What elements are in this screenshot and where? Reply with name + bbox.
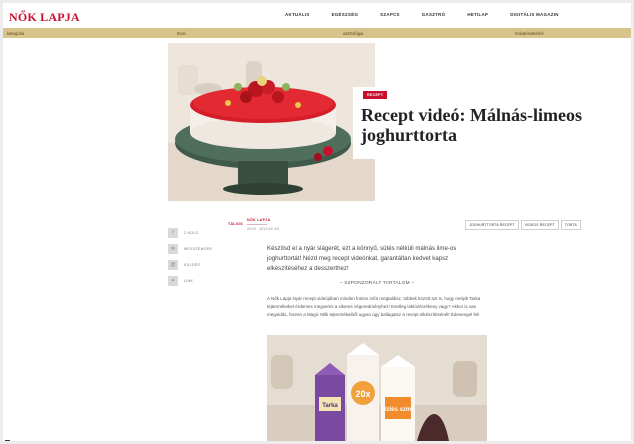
tag-list: JOGHURTTORTA RECEPT VIDEOS RECEPT TORTA	[465, 220, 581, 230]
share-facebook-label: 2 KÜLD	[184, 230, 199, 235]
share-email[interactable]: @ KÜLDÉS	[168, 257, 228, 272]
product-image: Tarka 20x ízlés szín	[267, 335, 487, 441]
subbar-item-asztrologia[interactable]: asztrológia	[343, 31, 363, 36]
article-category[interactable]: TÁLIOS	[228, 222, 243, 226]
site-logo[interactable]: NŐK LAPJA	[9, 10, 80, 25]
tag-videos-recept[interactable]: VIDEOS RECEPT	[520, 220, 559, 230]
share-link[interactable]: ⚭ LINK	[168, 273, 228, 288]
meta-divider	[247, 224, 267, 225]
share-facebook[interactable]: f 2 KÜLD	[168, 225, 228, 240]
carton-2-label: 20x	[355, 389, 370, 399]
article-paragraph: A Nők Lapja Nyár recept videójában minde…	[267, 296, 481, 317]
nav-item-gasztro[interactable]: GASZTRÓ	[422, 12, 446, 17]
category-badge[interactable]: RECEPT	[363, 91, 388, 99]
share-link-label: LINK	[184, 278, 194, 283]
taskbar-corner-icon[interactable]	[5, 440, 10, 441]
article-date: 2024. JÚLIUS 08.	[247, 227, 281, 231]
subbar-item-onkaterosker[interactable]: önkatéroskérés	[515, 31, 544, 36]
nav-item-hetilap[interactable]: HETILAP	[467, 12, 488, 17]
milk-cartons-illustration: Tarka 20x ízlés szín	[267, 335, 487, 441]
facebook-icon: f	[168, 227, 178, 238]
tag-torta[interactable]: TORTA	[560, 220, 581, 230]
hero-title-box: RECEPT Recept videó: Málnás-limeos joghu…	[353, 87, 615, 159]
carton-3-label: ízlés szín	[385, 407, 412, 413]
messenger-icon: ✉	[168, 243, 178, 254]
share-messenger-label: MESSZENGER	[184, 246, 213, 251]
nav-item-egeszseg[interactable]: EGÉSZSÉG	[332, 12, 359, 17]
nav-item-szapcs[interactable]: SZAPCS	[380, 12, 400, 17]
page: NŐK LAPJA AKTUÁLIS EGÉSZSÉG SZAPCS GASZT…	[3, 3, 631, 441]
subbar-item-kategoria[interactable]: kategória	[7, 31, 24, 36]
main-nav: AKTUÁLIS EGÉSZSÉG SZAPCS GASZTRÓ HETILAP…	[285, 12, 581, 17]
share-messenger[interactable]: ✉ MESSZENGER	[168, 241, 228, 256]
share-email-label: KÜLDÉS	[184, 262, 201, 267]
category-subbar: kategória tövei asztrológia önkatéroskér…	[3, 28, 631, 38]
hero-cake-image	[168, 43, 375, 201]
top-navigation-bar: NŐK LAPJA AKTUÁLIS EGÉSZSÉG SZAPCS GASZT…	[3, 3, 631, 27]
share-column: f 2 KÜLD ✉ MESSZENGER @ KÜLDÉS ⚭ LINK	[168, 225, 228, 289]
article-lead: Készítsd el a nyár slágerét, ezt a könny…	[267, 245, 457, 272]
article-author[interactable]: NŐK LAPJA	[247, 218, 270, 222]
sponsored-label: – SZPONZORÁLT TARTALOM –	[339, 281, 415, 286]
nav-item-digitalis-magazin[interactable]: DIGITÁLIS MAGAZIN	[510, 12, 559, 17]
cake-illustration	[168, 43, 375, 201]
nav-item-aktualis[interactable]: AKTUÁLIS	[285, 12, 310, 17]
tag-joghurttorta-recept[interactable]: JOGHURTTORTA RECEPT	[465, 220, 519, 230]
carton-1-label: Tarka	[322, 403, 338, 409]
email-icon: @	[168, 259, 178, 270]
subbar-item-tovei[interactable]: tövei	[177, 31, 186, 36]
link-icon: ⚭	[168, 275, 178, 286]
article-title: Recept videó: Málnás-limeos joghurttorta	[361, 105, 582, 145]
